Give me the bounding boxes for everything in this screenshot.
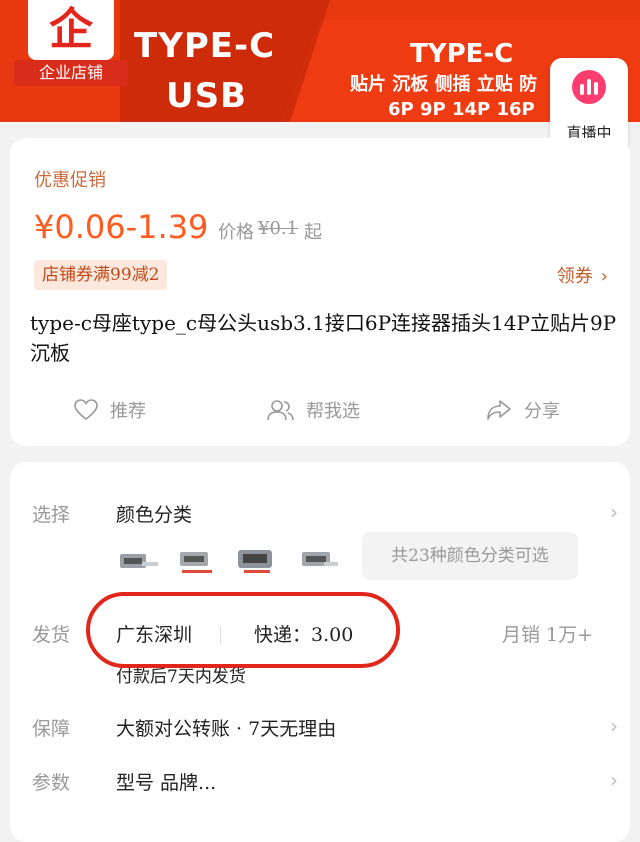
help-choose-label: 帮我选 [306, 401, 360, 422]
share-icon [487, 400, 511, 420]
ship-label: 发货 [32, 624, 71, 646]
share-label: 分享 [524, 401, 560, 422]
select-label: 选择 [32, 504, 71, 526]
guarantee-value: 大额对公转账 · 7天无理由 [116, 718, 337, 740]
product-title: type-c母座type_c母公头usb3.1接口6P连接器插头14P立贴片9P… [30, 311, 617, 365]
get-coupon-button[interactable]: 领券 › [557, 262, 608, 288]
select-row[interactable]: 选择 颜色分类 › [32, 500, 618, 530]
params-value: 型号 品牌... [116, 772, 217, 794]
monthly-sales: 月销 1万+ [502, 624, 594, 646]
help-choose-button[interactable]: 帮我选 [266, 390, 360, 430]
store-coupon-badge[interactable]: 店铺券满99减2 [34, 260, 168, 290]
variant-count-button[interactable]: 共23种颜色分类可选 [362, 532, 578, 580]
shipping-highlight-circle [86, 592, 400, 668]
store-banner: 企 企业店铺 TYPE-C USB TYPE-C 贴片 沉板 侧插 立贴 防 6… [0, 0, 640, 122]
banner-pins: 6P 9P 14P 16P [388, 99, 535, 120]
chevron-right-icon: › [610, 500, 618, 524]
select-value: 颜色分类 [116, 504, 193, 526]
variant-thumbnail[interactable] [294, 542, 344, 582]
ship-note: 付款后7天内发货 [116, 667, 246, 687]
store-logo-glyph: 企 [49, 4, 93, 55]
promo-title: 优惠促销 [34, 170, 106, 191]
params-row[interactable]: 参数 型号 品牌... › [32, 768, 618, 798]
get-coupon-label: 领券 [556, 266, 593, 287]
price-suffix: 起 [304, 222, 322, 243]
banner-headline: TYPE-C USB [134, 24, 276, 116]
price-range: ¥0.06-1.39 [34, 208, 209, 246]
enterprise-store-badge: 企业店铺 [14, 60, 128, 86]
variant-thumbnail[interactable] [114, 542, 164, 582]
variant-thumbnails[interactable] [114, 542, 354, 586]
details-card: 选择 颜色分类 › 共23种颜色分类可选 发货 广东深圳 快递：3.00 月销 … [10, 462, 630, 842]
params-label: 参数 [32, 772, 71, 794]
chevron-right-icon: › [600, 266, 608, 287]
banner-features: 贴片 沉板 侧插 立贴 防 [350, 74, 538, 95]
recommend-label: 推荐 [110, 401, 146, 422]
chevron-right-icon: › [610, 714, 618, 738]
live-bars-icon [572, 70, 606, 104]
price-card: 优惠促销 ¥0.06-1.39 价格 ¥0.1 起 店铺券满99减2 领券 › t… [10, 138, 630, 446]
guarantee-row[interactable]: 保障 大额对公转账 · 7天无理由 › [32, 714, 618, 744]
price-label: 价格 [218, 222, 254, 243]
people-icon [267, 400, 294, 421]
chevron-right-icon: › [610, 768, 618, 792]
share-button[interactable]: 分享 [486, 390, 560, 430]
variant-thumbnail[interactable] [174, 542, 224, 582]
guarantee-label: 保障 [32, 718, 71, 740]
banner-right-title: TYPE-C [410, 39, 514, 69]
original-price: ¥0.1 [258, 218, 299, 239]
banner-headline-line1: TYPE-C [134, 26, 276, 66]
recommend-button[interactable]: 推荐 [74, 390, 146, 430]
banner-headline-line2: USB [166, 76, 248, 116]
action-bar: 推荐 帮我选 分享 [10, 390, 630, 430]
heart-icon [74, 399, 98, 421]
variant-thumbnail[interactable] [234, 542, 284, 582]
ship-note-row: 付款后7天内发货 [32, 662, 612, 688]
